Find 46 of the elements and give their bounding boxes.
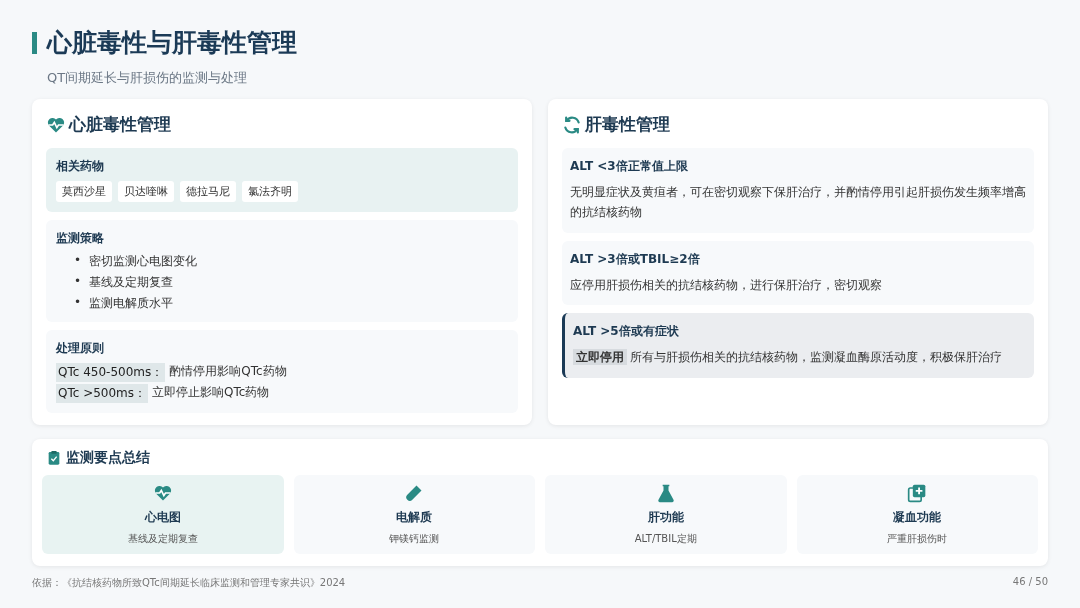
bullet-item: 密切监测心电图变化: [89, 253, 198, 270]
bullet-item: 基线及定期复查: [89, 274, 174, 291]
threshold-label: QTc 450-500ms：: [56, 363, 166, 382]
slide-subtitle: QT间期延长与肝损伤的监测与处理: [47, 69, 249, 87]
tile-label: 凝血功能: [893, 509, 942, 526]
drug-tag: 氯法齐明: [242, 181, 298, 202]
clipboard-icon: [46, 450, 62, 466]
threshold-label: QTc >500ms：: [56, 384, 149, 403]
slide-title: 心脏毒性与肝毒性管理: [47, 27, 297, 59]
principle-text: 立即停止影响QTc药物: [152, 384, 270, 401]
drug-tag: 贝达喹啉: [118, 181, 174, 202]
tile-note: 钾镁钙监测: [389, 532, 440, 546]
criteria-text: 无明显症状及黄疸者，可在密切观察下保肝治疗，并酌情停用引起肝损伤发生频率增高的抗结核药物: [570, 185, 1026, 220]
action-label: 立即停用: [573, 349, 627, 366]
card-title: 肝毒性管理: [585, 113, 670, 136]
bullet-marker: •: [74, 295, 82, 311]
drug-tag: 德拉马尼: [180, 181, 236, 202]
tile-label: 心电图: [144, 509, 181, 526]
tile-note: 严重肝损伤时: [887, 532, 948, 546]
tile-label: 肝功能: [647, 509, 684, 526]
section-heading: 处理原则: [56, 340, 105, 357]
tile-note: 基线及定期复查: [127, 532, 198, 546]
source-note: 依据：《抗结核药物所致QTc间期延长临床监测和管理专家共识》2024: [32, 576, 346, 590]
principle-text: 酌情停用影响QTc药物: [169, 363, 287, 380]
drug-tag: 莫西沙星: [56, 181, 112, 202]
medical-plus-icon: [907, 483, 928, 503]
tile-label: 电解质: [396, 509, 433, 526]
criteria-heading: ALT >3倍或TBIL≥2倍: [570, 250, 701, 268]
section-heading: 监测策略: [56, 230, 105, 247]
criteria-text: 应停用肝损伤相关的抗结核药物，进行保肝治疗，密切观察: [570, 277, 882, 292]
section-heading: 相关药物: [56, 158, 105, 175]
heartbeat-icon: [152, 483, 173, 503]
summary-title: 监测要点总结: [66, 449, 150, 467]
criteria-heading: ALT <3倍正常值上限: [570, 158, 689, 175]
test-tube-icon: [404, 483, 425, 503]
flask-icon: [655, 483, 676, 503]
bullet-marker: •: [74, 274, 82, 290]
bullet-item: 监测电解质水平: [89, 295, 174, 312]
tile-note: ALT/TBIL定期: [634, 532, 697, 546]
criteria-heading: ALT >5倍或有症状: [573, 323, 680, 341]
bullet-marker: •: [74, 253, 82, 269]
card-title: 心脏毒性管理: [69, 113, 171, 136]
accent-bar: [32, 31, 37, 54]
refresh-icon: [562, 114, 582, 135]
page-number: 46 / 50: [1012, 576, 1048, 589]
criteria-text: 所有与肝损伤相关的抗结核药物，监测凝血酶原活动度，积极保肝治疗: [630, 350, 1002, 365]
